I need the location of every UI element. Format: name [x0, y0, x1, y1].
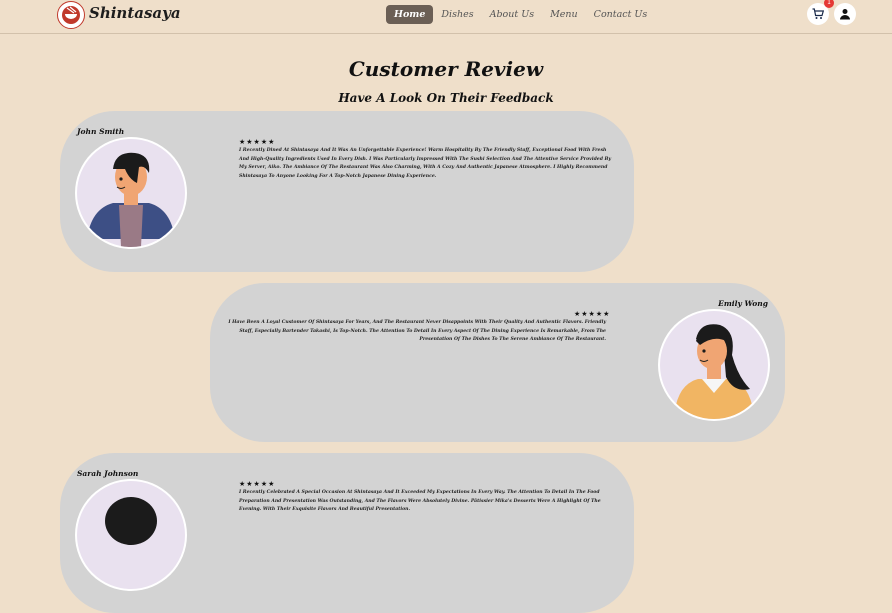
- avatar: [77, 481, 185, 589]
- ramen-bowl-logo[interactable]: [57, 1, 85, 29]
- avatar: [77, 139, 185, 247]
- reviewer-name: Emily Wong: [718, 299, 768, 308]
- nav-home[interactable]: Home: [386, 5, 434, 24]
- reviewer-name: Sarah Johnson: [77, 469, 139, 478]
- review-card: Emily Wong ★★★★★ I Have Been A Loyal Cus…: [210, 283, 785, 442]
- page-subtitle: Have A Look On Their Feedback: [338, 91, 554, 105]
- cart-icon: [812, 8, 824, 19]
- main-menu: Home Dishes About Us Menu Contact Us: [386, 5, 655, 24]
- navbar: Shintasaya Home Dishes About Us Menu Con…: [0, 0, 892, 34]
- nav-dishes[interactable]: Dishes: [433, 5, 481, 24]
- reviewer-name: John Smith: [77, 127, 125, 136]
- avatar: [660, 311, 768, 419]
- user-icon: [840, 9, 850, 20]
- nav-menu[interactable]: Menu: [542, 5, 586, 24]
- rating-stars: ★★★★★: [574, 310, 611, 318]
- rating-stars: ★★★★★: [239, 480, 276, 488]
- rating-stars: ★★★★★: [239, 138, 276, 146]
- review-card: John Smith ★★★★★ I Recently Dined At Shi…: [60, 111, 634, 272]
- review-text: I Recently Celebrated A Special Occasion…: [239, 490, 601, 512]
- nav-contact-us[interactable]: Contact Us: [586, 5, 656, 24]
- review-text: I Have Been A Loyal Customer Of Shintasa…: [228, 320, 606, 342]
- cart-count-badge: 1: [824, 0, 834, 8]
- review-text: I Recently Dined At Shintasaya And It Wa…: [239, 148, 612, 179]
- nav-about-us[interactable]: About Us: [482, 5, 543, 24]
- review-card: Sarah Johnson ★★★★★ I Recently Celebrate…: [60, 453, 634, 613]
- page-title: Customer Review: [348, 57, 544, 81]
- brand-name[interactable]: Shintasaya: [89, 4, 181, 22]
- user-button[interactable]: [834, 3, 856, 25]
- cart-button[interactable]: 1: [807, 0, 834, 25]
